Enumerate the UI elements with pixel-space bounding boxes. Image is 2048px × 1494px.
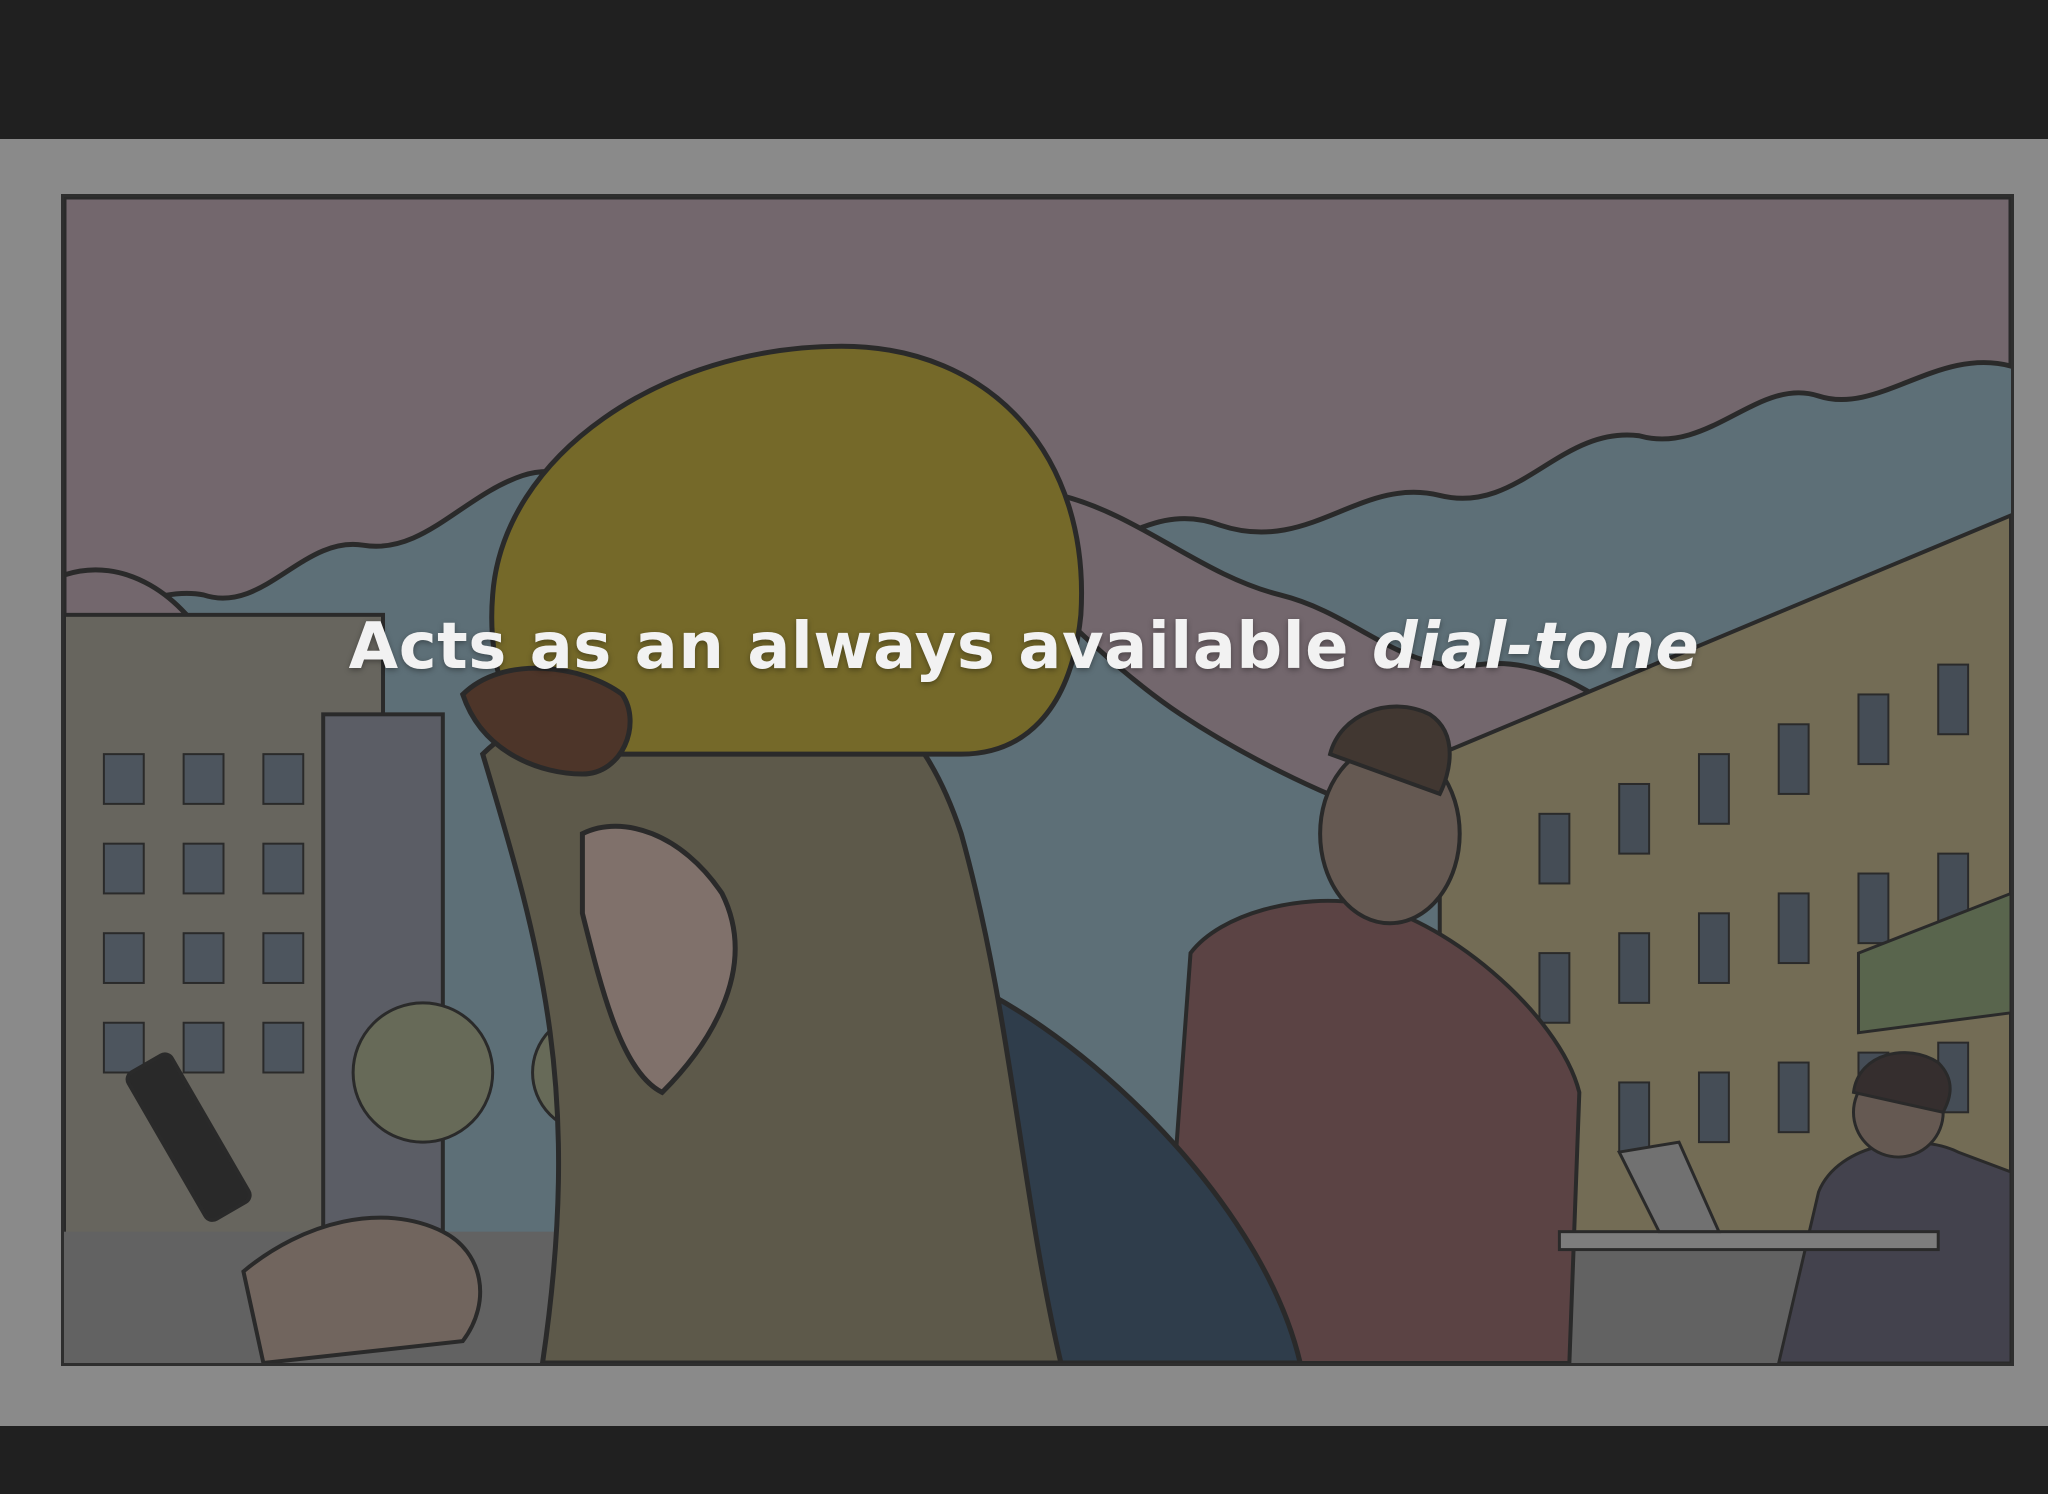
caption-emphasis: dial-tone — [1371, 610, 1700, 684]
caption-text: Acts as an always available — [348, 610, 1350, 684]
presentation-stage: Acts as an always available dial-tone — [0, 0, 2048, 1494]
slide — [0, 139, 2048, 1426]
comic-illustration-image — [61, 194, 2014, 1366]
slide-caption: Acts as an always available dial-tone — [0, 610, 2048, 684]
comic-scene-icon — [64, 197, 2011, 1363]
